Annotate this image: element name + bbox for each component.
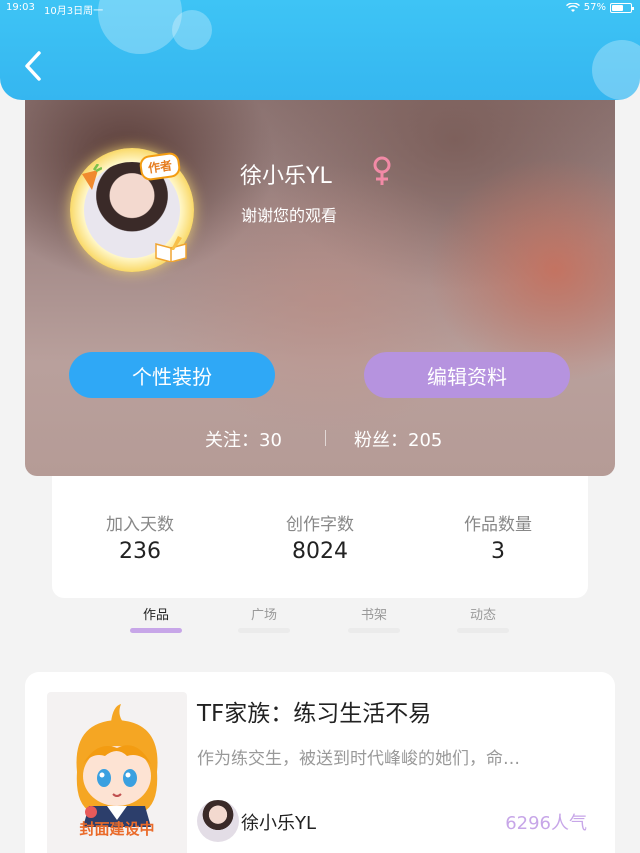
carrot-icon <box>82 164 102 190</box>
work-card[interactable]: 封面建设中 TF家族：练习生活不易 作为练交生，被送到时代峰峻的她们，命… 徐小… <box>25 672 615 853</box>
tab-underline <box>457 628 509 633</box>
decorative-bubble <box>172 10 212 50</box>
stats-card: 加入天数 236 创作字数 8024 作品数量 3 <box>52 476 588 598</box>
work-cover[interactable]: 封面建设中 <box>47 692 187 853</box>
tab-activity[interactable]: 动态 <box>453 604 513 623</box>
status-time: 19:03 <box>6 2 35 13</box>
tab-bookshelf[interactable]: 书架 <box>344 604 404 623</box>
author-badge: 作者 <box>138 151 182 182</box>
stat-value: 8024 <box>292 539 348 564</box>
back-arrow-icon[interactable] <box>22 50 44 82</box>
edit-profile-button[interactable]: 编辑资料 <box>364 352 570 398</box>
user-bio: 谢谢您的观看 <box>241 206 338 225</box>
stat-work-count: 作品数量 3 <box>418 510 578 564</box>
tab-label: 动态 <box>469 608 496 623</box>
top-header: 19:03 10月3日周一 57% <box>0 0 640 100</box>
book-icon <box>155 236 187 262</box>
author-avatar <box>197 800 239 842</box>
divider <box>325 430 326 446</box>
tab-underline <box>238 628 290 633</box>
status-date: 10月3日周一 <box>44 6 104 17</box>
following-label: 关注： <box>205 430 259 451</box>
stat-value: 3 <box>491 539 505 564</box>
stat-join-days: 加入天数 236 <box>60 510 220 564</box>
avatar-frame[interactable]: 作者 <box>70 148 194 272</box>
follow-stats: 关注：30 粉丝：205 <box>25 426 615 452</box>
stat-label: 创作字数 <box>286 515 354 535</box>
stat-label: 加入天数 <box>106 515 174 535</box>
fans-label: 粉丝： <box>354 430 408 451</box>
stat-value: 236 <box>119 539 161 564</box>
tab-active-underline <box>130 628 182 633</box>
tab-square[interactable]: 广场 <box>234 604 294 623</box>
tab-label: 书架 <box>360 608 387 623</box>
cover-placeholder-label: 封面建设中 <box>79 820 155 838</box>
work-popularity: 6296人气 <box>505 813 587 834</box>
profile-tabs: 作品 广场 书架 动态 <box>0 600 640 646</box>
stat-word-count: 创作字数 8024 <box>240 510 400 564</box>
status-bar: 19:03 10月3日周一 57% <box>0 2 640 17</box>
dress-up-button[interactable]: 个性装扮 <box>69 352 275 398</box>
status-right-group: 57% <box>565 2 634 13</box>
battery-percent: 57% <box>583 2 606 13</box>
fans-value: 205 <box>408 430 443 451</box>
work-author-name: 徐小乐YL <box>241 813 317 834</box>
tab-works[interactable]: 作品 <box>126 604 186 623</box>
tab-underline <box>348 628 400 633</box>
tab-label: 广场 <box>250 608 277 623</box>
work-title[interactable]: TF家族：练习生活不易 <box>197 694 431 728</box>
username: 徐小乐YL <box>240 164 332 189</box>
stat-label: 作品数量 <box>464 515 532 535</box>
work-description: 作为练交生，被送到时代峰峻的她们，命… <box>197 749 520 769</box>
fans-count[interactable]: 粉丝：205 <box>354 426 442 452</box>
profile-card: 作者 徐小乐YL 谢谢您的观看 个性装扮 编辑资料 关注：30 粉丝：205 <box>25 100 615 476</box>
following-count[interactable]: 关注：30 <box>205 426 282 452</box>
tab-label: 作品 <box>142 608 169 623</box>
following-value: 30 <box>259 430 282 451</box>
wifi-icon <box>565 2 580 12</box>
battery-icon <box>610 2 634 13</box>
female-icon <box>373 156 391 185</box>
decorative-bubble <box>592 40 640 100</box>
